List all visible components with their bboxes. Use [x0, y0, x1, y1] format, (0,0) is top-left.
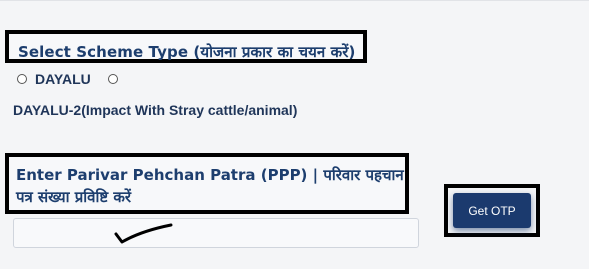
ppp-label: Enter Parivar Pehchan Patra (PPP) | परिव… — [16, 166, 404, 206]
get-otp-annotation-box: Get OTP — [444, 184, 540, 237]
dayalu-radio[interactable] — [17, 74, 27, 84]
dayalu-option-label[interactable]: DAYALU — [35, 71, 91, 87]
ppp-label-box: Enter Parivar Pehchan Patra (PPP) | परिव… — [5, 153, 409, 214]
scheme-type-label: Select Scheme Type (योजना प्रकार का चयन … — [18, 43, 356, 61]
dayalu-2-option-label[interactable]: DAYALU-2(Impact With Stray cattle/animal… — [13, 102, 297, 118]
get-otp-button[interactable]: Get OTP — [453, 193, 531, 228]
top-divider — [0, 0, 589, 1]
ppp-input[interactable] — [13, 218, 419, 248]
dayalu-2-radio[interactable] — [108, 74, 118, 84]
scheme-type-label-box: Select Scheme Type (योजना प्रकार का चयन … — [5, 30, 367, 63]
